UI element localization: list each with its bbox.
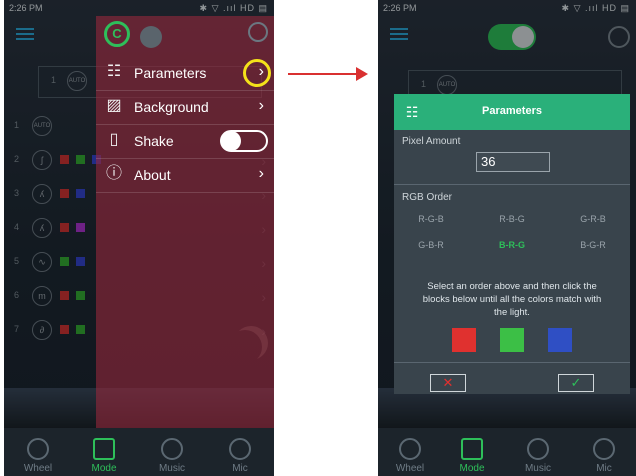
- power-toggle[interactable]: [140, 26, 162, 48]
- microphone-icon: [229, 438, 251, 460]
- menu-item-label: About: [134, 167, 171, 183]
- tab-music[interactable]: Music: [506, 438, 570, 474]
- parameters-dialog: ☷ Parameters Pixel Amount 36 RGB Order R…: [394, 94, 630, 394]
- tab-wheel[interactable]: Wheel: [378, 438, 442, 474]
- arrow-right-icon: [356, 67, 368, 81]
- wheel-icon: [27, 438, 49, 460]
- rgb-option[interactable]: R-B-G: [487, 214, 537, 224]
- left-phone-screen: 2:26 PM ✱ ▽ .ııl HD ▤ 1 AUTO 1 AUTO 2 ʃ …: [4, 0, 274, 476]
- tab-label: Wheel: [23, 463, 53, 474]
- drawer-header: C: [96, 16, 274, 56]
- chevron-right-icon: ›: [258, 165, 264, 182]
- cancel-button[interactable]: ✕: [430, 374, 466, 392]
- confirm-button[interactable]: ✓: [558, 374, 594, 392]
- pixel-amount-label: Pixel Amount: [402, 136, 461, 147]
- instructions-text: Select an order above and then click the…: [422, 281, 602, 318]
- color-block-blue[interactable]: [548, 328, 572, 352]
- menu-item-parameters[interactable]: ☷ Parameters ›: [96, 56, 274, 91]
- tab-label: Mode: [91, 463, 117, 474]
- switch-knob: [221, 131, 241, 151]
- microphone-icon: [593, 438, 615, 460]
- menu-item-label: Shake: [134, 133, 174, 149]
- shake-switch[interactable]: [220, 130, 268, 152]
- pixel-amount-input[interactable]: 36: [476, 152, 550, 172]
- rgb-option[interactable]: G-B-R: [406, 240, 456, 250]
- divider: [394, 184, 630, 185]
- mode-grid-icon: [93, 438, 115, 460]
- info-icon: ⓘ: [105, 165, 122, 182]
- highlight-circle: [243, 59, 271, 87]
- rgb-option[interactable]: R-G-B: [406, 214, 456, 224]
- dialog-header: ☷ Parameters: [394, 94, 630, 130]
- right-phone-screen: 2:26 PM ✱ ▽ .ııl HD ▤ 1 AUTO ☷ Parameter…: [378, 0, 636, 476]
- dialog-title: Parameters: [482, 105, 542, 117]
- rgb-option-selected[interactable]: B-R-G: [487, 240, 537, 250]
- music-note-icon: [527, 438, 549, 460]
- wheel-icon: [399, 438, 421, 460]
- color-block-green[interactable]: [500, 328, 524, 352]
- menu-item-label: Parameters: [134, 65, 207, 81]
- rgb-option[interactable]: G-R-B: [568, 214, 618, 224]
- menu-item-background[interactable]: ▨ Background ›: [96, 90, 274, 125]
- tab-label: Mic: [596, 463, 612, 474]
- tab-music[interactable]: Music: [140, 438, 204, 474]
- tab-mic[interactable]: Mic: [572, 438, 636, 474]
- chevron-right-icon: ›: [258, 97, 264, 114]
- arrow-line: [288, 73, 358, 75]
- tab-label: Wheel: [395, 463, 425, 474]
- tab-wheel[interactable]: Wheel: [6, 438, 70, 474]
- mode-grid-icon: [461, 438, 483, 460]
- menu-item-shake[interactable]: ▯ Shake: [96, 124, 274, 159]
- divider: [394, 362, 630, 363]
- bottom-nav: Wheel Mode Music Mic: [378, 428, 636, 476]
- tab-mode[interactable]: Mode: [72, 438, 136, 474]
- rgb-option[interactable]: B-G-R: [568, 240, 618, 250]
- phone-shake-icon: ▯: [109, 131, 119, 148]
- tab-label: Music: [158, 463, 186, 474]
- image-icon: ▨: [106, 97, 122, 114]
- rgb-order-label: RGB Order: [402, 192, 453, 203]
- settings-gear-icon[interactable]: C: [104, 21, 130, 47]
- color-block-red[interactable]: [452, 328, 476, 352]
- tab-mode[interactable]: Mode: [440, 438, 504, 474]
- gear-icon[interactable]: [248, 22, 268, 42]
- settings-drawer: C ☷ Parameters › ▨ Background › ▯ Shake …: [96, 16, 274, 476]
- menu-item-label: Background: [134, 99, 209, 115]
- sliders-icon: ☷: [106, 63, 122, 80]
- bottom-nav: Wheel Mode Music Mic: [4, 428, 274, 476]
- tab-label: Mic: [232, 463, 248, 474]
- music-note-icon: [161, 438, 183, 460]
- tab-label: Mode: [459, 463, 485, 474]
- menu-item-about[interactable]: ⓘ About ›: [96, 158, 274, 193]
- tab-label: Music: [524, 463, 552, 474]
- tab-mic[interactable]: Mic: [208, 438, 272, 474]
